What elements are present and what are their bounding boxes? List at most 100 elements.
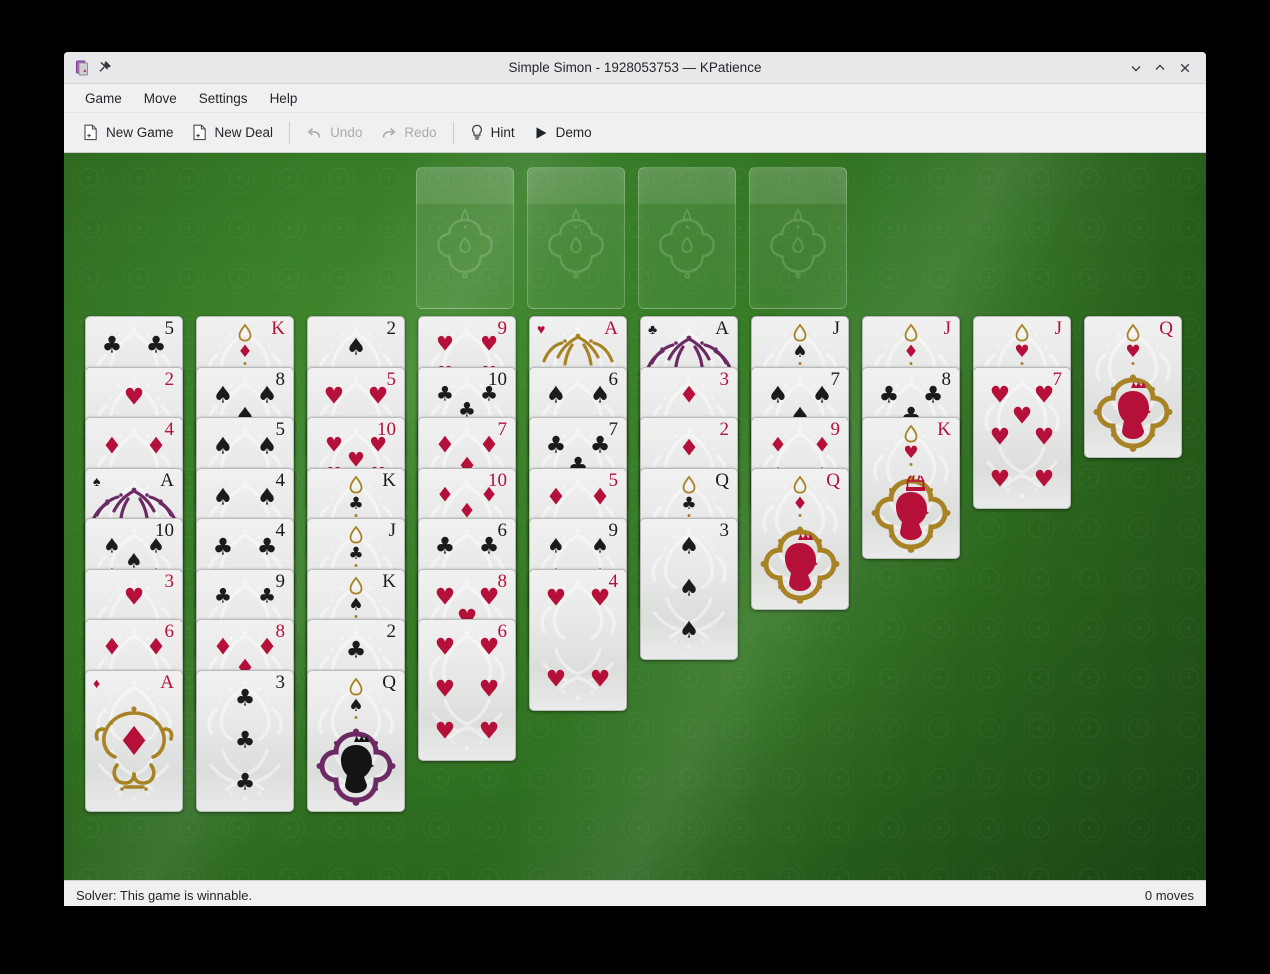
card-q-of-hearts[interactable]: ♥ Q [1084,316,1182,458]
menu-game[interactable]: Game [74,87,133,110]
minimize-button[interactable] [1126,58,1146,78]
suit-pip: ♠ [546,533,565,558]
suit-pip: ♥ [367,383,389,410]
tableau-column-6[interactable]: A♣ ♦♦♦3 [640,316,738,660]
card-rank-label: 5 [164,318,175,339]
foundation-slot-4[interactable] [749,167,847,309]
suit-pip: ♥ [123,384,145,411]
suit-pip: ♠ [545,382,567,408]
tableau-column-1[interactable]: ♣♣♣♣♣5 ♥♥2 [85,316,183,812]
suit-pip: ♣ [101,332,123,359]
undo-button[interactable]: Undo [297,121,371,145]
court-figure [758,515,842,609]
suit-pip: ♥ [480,331,499,356]
menu-settings[interactable]: Settings [188,87,259,110]
svg-text:♥: ♥ [1125,342,1140,362]
suit-pip: ♦ [212,634,234,661]
card-4-of-hearts[interactable]: ♥ ♥ ♥ ♥ 4 [529,568,627,711]
card-3-of-spades[interactable]: ♠ ♠ ♠ 3 [640,518,738,660]
card-rank-label: 6 [164,621,175,642]
title-bar: Simple Simon - 1928053753 — KPatience [64,52,1206,84]
card-6-of-hearts[interactable]: ♥ ♥ ♥ ♥ ♥ ♥ 6 [418,619,516,761]
card-rank-label: 3 [164,570,175,592]
suit-pip: ♦ [589,484,611,511]
suit-pip: ♠ [345,334,367,361]
suit-pip: ♣ [345,637,367,664]
card-q-of-spades[interactable]: ♠ Q [307,669,405,812]
tableau-column-8[interactable]: ♦ J ♣ ♣ ♣ 8 ♥ K [862,316,960,559]
redo-button[interactable]: Redo [371,121,445,145]
card-rank-label: 8 [941,368,952,390]
suit-pip: ♥ [545,666,567,693]
card-rank-label: 8 [275,368,286,390]
suit-pip: ♦ [435,482,454,507]
suit-pip: ♣ [234,769,256,795]
card-3-of-clubs[interactable]: ♣ ♣ ♣ 3 [196,669,294,812]
empty-slot-ornament [770,207,826,279]
card-7-of-hearts[interactable]: ♥ ♥ ♥ ♥ ♥ ♥ ♥ 7 [973,366,1071,509]
suit-pip: ♥ [989,424,1011,450]
suit-pip: ♥ [324,432,343,457]
suit-pip: ♥ [1033,382,1055,408]
suit-pip: ♠ [678,533,700,560]
kpatience-window: Simple Simon - 1928053753 — KPatience Ga… [64,52,1206,906]
foundation-slot-2[interactable] [527,167,625,309]
hint-button[interactable]: Hint [461,120,524,145]
maximize-button[interactable] [1150,58,1170,78]
menu-move[interactable]: Move [133,87,188,110]
suit-pip: ♣ [256,534,278,561]
window-title: Simple Simon - 1928053753 — KPatience [508,60,762,75]
suit-pip: ♠ [102,533,121,558]
suit-pip: ♦ [256,634,278,661]
tableau-column-2[interactable]: ♦ K ♠ ♠ ♠ 8 ♠ ♠ 5 ♠ ♠ 4 ♣ ♣ 4 ♣ ♣ 9 ♦ ♦ … [196,316,294,812]
suit-pip: ♣ [258,583,277,608]
suit-pip: ♥ [478,718,500,745]
suit-pip: ♠ [212,433,234,460]
suit-pip: ♥ [323,383,345,410]
card-rank-label: 7 [497,419,508,440]
card-rank-label: 10 [155,520,174,541]
suit-pip: ♠ [256,433,278,460]
card-rank-label: 4 [275,520,286,541]
card-rank-label: 6 [608,368,619,390]
suit-pip: ♣ [435,381,454,406]
card-k-of-hearts[interactable]: ♥ K [862,417,960,559]
card-rank-label: 9 [608,520,619,541]
game-board[interactable]: ♣♣♣♣♣5 ♥♥2 [64,153,1206,880]
tableau-column-7[interactable]: ♠ J ♠ ♠ ♠ 7 ♦ ♦ 9 ♦ Q [751,316,849,610]
tableau-column-4[interactable]: ♥♥♥♥♥♥♥♥♥9 ♣♣♣♣♣♣♣♣♣♣10 [418,316,516,761]
close-button[interactable] [1175,58,1195,78]
tableau-column-5[interactable]: A♥ ♠♠♠♠♠♠6 [529,316,627,711]
redo-label: Redo [404,125,437,140]
suit-pip: ♥ [1033,424,1055,450]
suit-pip: ♠ [212,484,234,511]
undo-label: Undo [330,125,363,140]
svg-text:♦: ♦ [792,494,807,514]
card-rank-label: 10 [488,368,507,390]
svg-text:♥: ♥ [1014,342,1029,362]
foundation-slot-1[interactable] [416,167,514,309]
card-a-of-diamonds[interactable]: ♦ A ♦ [85,669,183,812]
foundation-slot-3[interactable] [638,167,736,309]
move-counter: 0 moves [1144,887,1194,903]
play-triangle-icon [533,125,549,141]
menu-help[interactable]: Help [259,87,309,110]
tableau-column-3[interactable]: ♠♠2 ♥♥♥♥♥5 [307,316,405,812]
suit-pip: ♣ [589,432,611,459]
demo-button[interactable]: Demo [524,121,601,145]
card-rank-label: Q [826,469,840,491]
new-deal-button[interactable]: New Deal [183,120,283,145]
suit-pip: ♣ [234,685,256,711]
new-game-button[interactable]: New Game [74,120,183,145]
toolbar-separator [452,121,454,144]
tableau-column-9[interactable]: ♥ J ♥ ♥ ♥ ♥ ♥ ♥ ♥ 7 [973,316,1071,509]
tableau-column-10[interactable]: ♥ Q [1084,316,1182,458]
card-rank-label: Q [1159,318,1173,339]
redo-arrow-icon [380,125,397,141]
card-face: ♥ Q [1085,317,1181,457]
suit-pip: ♠ [591,533,610,558]
card-q-of-diamonds[interactable]: ♦ Q [751,467,849,610]
svg-text:♦: ♦ [237,342,252,362]
card-corner-pip: ♣ [648,323,658,338]
card-rank-label: 9 [497,318,508,339]
